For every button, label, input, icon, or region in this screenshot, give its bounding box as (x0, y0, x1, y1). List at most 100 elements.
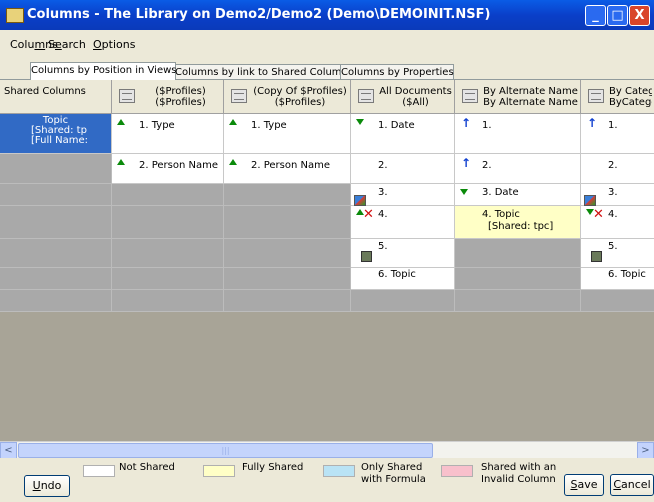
horizontal-scrollbar[interactable]: < ||| > (0, 441, 654, 459)
grid-cell[interactable]: 5. (351, 239, 455, 268)
sort-arrow-blue-icon: ↑ (461, 116, 472, 130)
grid-cell[interactable] (351, 290, 455, 312)
scroll-thumb[interactable]: ||| (18, 443, 433, 458)
legend-bar: Undo Not Shared Fully Shared Only Shared… (0, 458, 654, 502)
grid-cell[interactable]: 2. Person Name (112, 154, 224, 184)
sort-arrow-blue-icon: ↑ (587, 116, 598, 130)
view-header-profiles[interactable]: ($Profiles) ($Profiles) (112, 80, 224, 114)
grid-cell[interactable]: 2. (581, 154, 654, 184)
book-icon (591, 251, 602, 262)
undo-button[interactable]: Undo (24, 475, 70, 497)
tab-columns-by-properties[interactable]: Columns by Properties (340, 64, 454, 80)
view-column-by-alternate-name: By Alternate Name By Alternate Name ↑ 1. ↑… (455, 80, 581, 312)
grid-empty-area (0, 312, 654, 442)
grid-cell[interactable] (0, 268, 112, 290)
grid-cell[interactable]: 1. Date (351, 114, 455, 154)
grid-cell[interactable]: 1. Type (224, 114, 351, 154)
view-column-by-category: By CategoByCatego ↑1. 2. 3. ✕4. 5. 6. To… (581, 80, 654, 312)
picture-icon (354, 195, 366, 206)
scroll-left-button[interactable]: < (0, 442, 17, 459)
grid-cell[interactable]: 2. (351, 154, 455, 184)
legend-swatch-only-formula (323, 465, 355, 477)
maximize-button[interactable]: □ (607, 5, 628, 26)
grid-cell[interactable] (0, 154, 112, 184)
grid-cell[interactable] (224, 184, 351, 206)
view-column-copy-of-profiles: (Copy Of $Profiles) ($Profiles) 1. Type 2… (224, 80, 351, 312)
grid-cell[interactable] (455, 290, 581, 312)
title-bar: Columns - The Library on Demo2/Demo2 (De… (0, 0, 654, 30)
columns-grid: Shared Columns Topic [Shared: tp [Full N… (0, 79, 654, 442)
grid-cell-fully-shared[interactable]: 4. Topic [Shared: tpc] (455, 206, 581, 239)
grid-cell[interactable] (224, 290, 351, 312)
grid-cell[interactable] (224, 239, 351, 268)
view-column-all-documents: All Documents ($All) 1. Date 2. 3. ✕ 4. 5.… (351, 80, 455, 312)
menu-options[interactable]: Options (93, 38, 135, 51)
tab-columns-by-position[interactable]: Columns by Position in Views (30, 62, 176, 80)
sort-ascending-icon (229, 159, 237, 165)
minimize-button[interactable]: _ (585, 5, 606, 26)
grid-cell[interactable] (0, 239, 112, 268)
scroll-right-button[interactable]: > (637, 442, 654, 459)
grid-cell[interactable]: 5. (581, 239, 654, 268)
view-header-all-documents[interactable]: All Documents ($All) (351, 80, 455, 114)
tab-columns-by-link[interactable]: Columns by link to Shared Columns (174, 64, 353, 80)
sort-descending-icon (460, 189, 468, 195)
save-button[interactable]: Save (564, 474, 604, 496)
grid-cell[interactable]: ✕ 4. (581, 206, 654, 239)
book-icon (361, 251, 372, 262)
view-header-by-category[interactable]: By CategoByCatego (581, 80, 654, 114)
view-icon (588, 89, 604, 103)
menu-search[interactable]: Search (48, 38, 86, 51)
grid-cell[interactable] (581, 290, 654, 312)
grid-cell[interactable] (112, 206, 224, 239)
grid-cell[interactable] (224, 206, 351, 239)
grid-cell[interactable] (0, 290, 112, 312)
grid-cell[interactable] (112, 239, 224, 268)
error-x-icon: ✕ (363, 207, 374, 222)
grid-cell[interactable]: 3. (581, 184, 654, 206)
grid-cell[interactable] (112, 290, 224, 312)
grid-cell[interactable]: 6. Topic (351, 268, 455, 290)
legend-fully-shared: Fully Shared (242, 462, 304, 473)
legend-shared-invalid: Shared with an Invalid Column (481, 462, 557, 485)
view-icon (119, 89, 135, 103)
grid-cell[interactable]: ↑ 2. (455, 154, 581, 184)
grid-cell[interactable] (224, 268, 351, 290)
grid-cell[interactable]: 1. Type (112, 114, 224, 154)
grid-cell[interactable]: 6. Topic (581, 268, 654, 290)
shared-columns-column: Shared Columns Topic [Shared: tp [Full N… (0, 80, 112, 312)
shared-columns-header[interactable]: Shared Columns (0, 80, 112, 114)
grid-cell[interactable] (455, 239, 581, 268)
grid-cell[interactable] (112, 184, 224, 206)
sort-ascending-icon (117, 119, 125, 125)
cancel-button[interactable]: Cancel (610, 474, 654, 496)
grid-cell[interactable] (112, 268, 224, 290)
window-title: Columns - The Library on Demo2/Demo2 (De… (27, 7, 491, 22)
shared-column-topic[interactable]: Topic [Shared: tp [Full Name: (0, 114, 112, 154)
grid-cell[interactable] (0, 184, 112, 206)
close-button[interactable]: X (629, 5, 650, 26)
shared-topic-fullname: [Full Name: (31, 135, 89, 146)
grid-cell[interactable] (0, 206, 112, 239)
grid-cell[interactable]: 3. (351, 184, 455, 206)
grid-cell[interactable]: ✕ 4. (351, 206, 455, 239)
grid-cell[interactable]: ↑ 1. (455, 114, 581, 154)
sort-ascending-icon (117, 159, 125, 165)
legend-only-shared-formula: Only Shared with Formula (361, 462, 426, 485)
view-icon (358, 89, 374, 103)
error-x-icon: ✕ (593, 207, 604, 222)
view-header-copy-of-profiles[interactable]: (Copy Of $Profiles) ($Profiles) (224, 80, 351, 114)
view-icon (462, 89, 478, 103)
grid-cell[interactable] (455, 268, 581, 290)
grid-cell[interactable]: 2. Person Name (224, 154, 351, 184)
legend-swatch-not-shared (83, 465, 115, 477)
legend-not-shared: Not Shared (119, 462, 175, 473)
grid-cell[interactable]: ↑ 1. (581, 114, 654, 154)
picture-icon (584, 195, 596, 206)
sort-ascending-icon (229, 119, 237, 125)
view-header-by-alternate-name[interactable]: By Alternate Name By Alternate Name (455, 80, 581, 114)
sort-arrow-blue-icon: ↑ (461, 156, 472, 170)
menu-bar: Columns Search Options (0, 30, 654, 56)
view-column-profiles: ($Profiles) ($Profiles) 1. Type 2. Person… (112, 80, 224, 312)
grid-cell[interactable]: 3. Date (455, 184, 581, 206)
